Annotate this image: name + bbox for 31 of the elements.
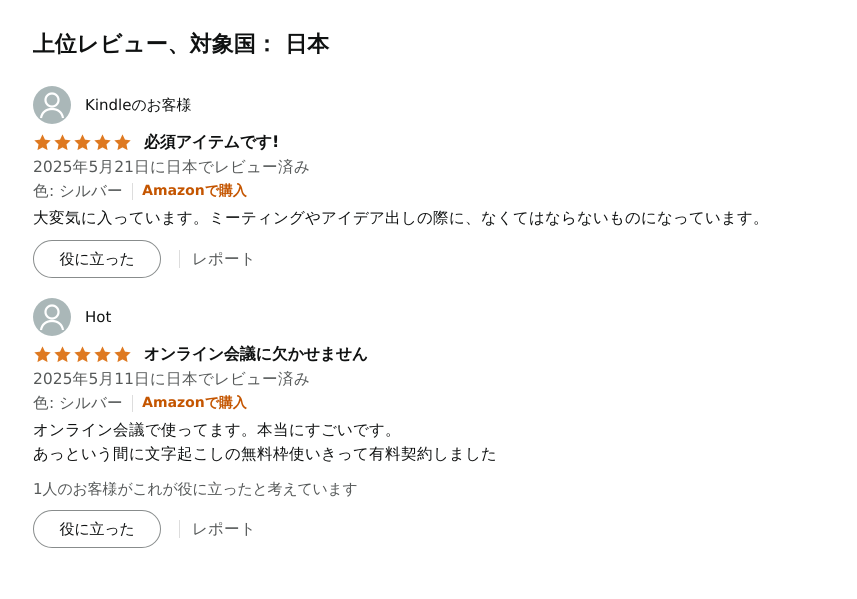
reviewer-name: Kindleのお客様 — [85, 96, 192, 114]
star-icon — [53, 132, 72, 152]
report-link[interactable]: レポート — [192, 518, 256, 540]
review-title[interactable]: オンライン会議に欠かせません — [144, 344, 368, 364]
section-heading: 上位レビュー、対象国： 日本 — [33, 30, 331, 59]
review-date: 2025年5月21日に日本でレビュー済み — [33, 157, 312, 178]
purchase-label: Amazonで購入 — [142, 394, 247, 413]
variant-label: 色: シルバー — [33, 181, 124, 202]
avatar-icon — [33, 298, 71, 336]
star-icon — [113, 344, 132, 364]
helpful-count: 1人のお客様がこれが役に立ったと考えています — [33, 479, 359, 500]
review-text-line: オンライン会議で使ってます。本当にすごいです。 — [33, 420, 401, 441]
review-text-line: 大変気に入っています。ミーティングやアイデア出しの際に、なくてはならないものになっています。 — [33, 208, 769, 229]
star-icon — [33, 132, 52, 152]
helpful-button[interactable]: 役に立った — [33, 240, 161, 278]
review-date: 2025年5月11日に日本でレビュー済み — [33, 369, 312, 390]
star-icon — [93, 344, 112, 364]
report-link[interactable]: レポート — [192, 248, 256, 270]
star-icon — [93, 132, 112, 152]
variant-label: 色: シルバー — [33, 393, 124, 414]
purchase-label: Amazonで購入 — [142, 182, 247, 201]
star-icon — [53, 344, 72, 364]
star-icon — [113, 132, 132, 152]
star-icon — [33, 344, 52, 364]
avatar-icon — [33, 86, 71, 124]
star-icon — [73, 344, 92, 364]
reviewer-name: Hot — [85, 308, 112, 326]
review-text-line: あっという間に文字起こしの無料枠使いきって有料契約しました — [33, 444, 497, 465]
star-icon — [73, 132, 92, 152]
review-title[interactable]: 必須アイテムです! — [144, 132, 280, 152]
helpful-button[interactable]: 役に立った — [33, 510, 161, 548]
